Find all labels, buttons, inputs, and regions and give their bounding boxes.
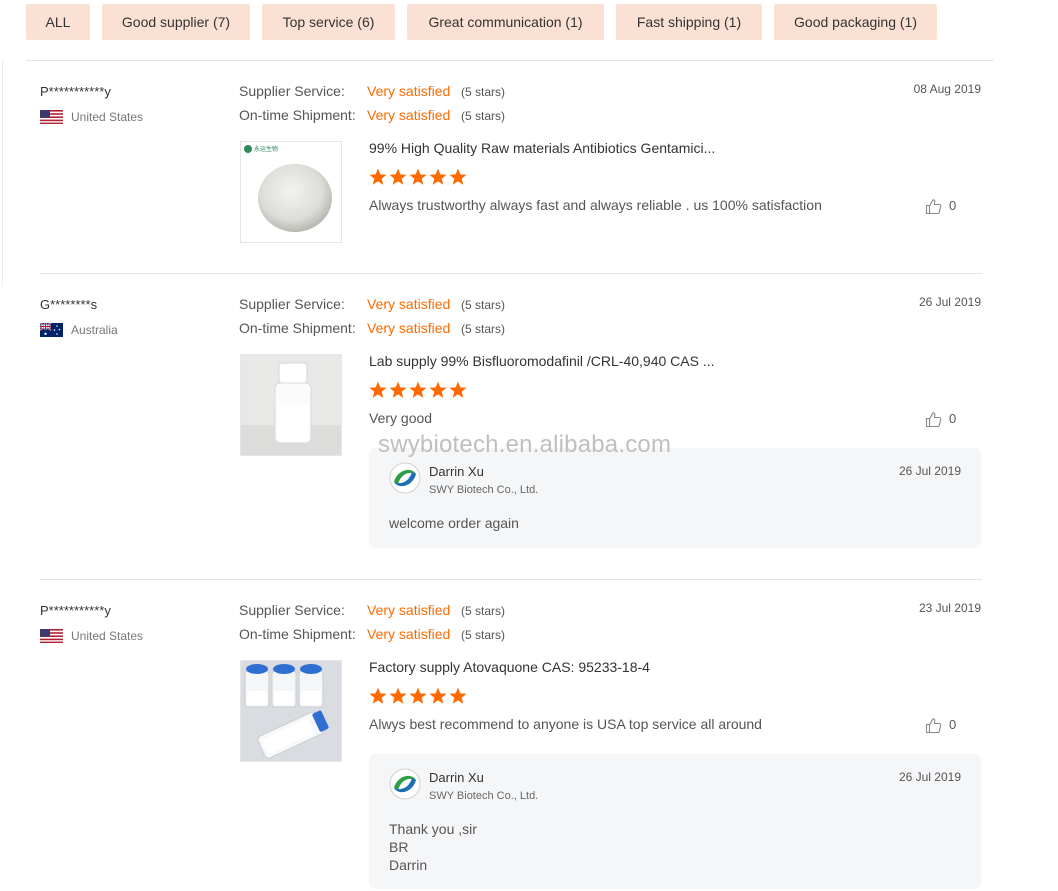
- review-divider: [40, 273, 982, 274]
- buyer-country: United States: [71, 110, 144, 124]
- star-icon: [449, 381, 467, 398]
- supplier-service-value: Very satisfied: [367, 296, 451, 312]
- supplier-service-stars: (5 stars): [461, 604, 506, 618]
- review-date: 23 Jul 2019: [918, 601, 981, 615]
- supplier-service-value: Very satisfied: [367, 602, 451, 618]
- us-flag-icon: [40, 110, 63, 124]
- us-flag-icon: [40, 629, 63, 643]
- filter-good-packaging[interactable]: Good packaging (1): [774, 4, 937, 40]
- supplier-service-stars: (5 stars): [461, 85, 506, 99]
- rating-stars: [369, 381, 467, 398]
- filter-top-service[interactable]: Top service (6): [262, 4, 395, 40]
- reply-text-line: Thank you ,sir: [389, 821, 477, 837]
- review-date: 26 Jul 2019: [918, 295, 981, 309]
- panel-border-left: [2, 60, 3, 286]
- reply-author: Darrin Xu: [429, 464, 484, 479]
- star-icon: [389, 381, 407, 398]
- star-icon: [429, 687, 447, 704]
- white-bottle-image: [241, 355, 341, 455]
- company-logo-icon: [389, 462, 421, 494]
- reply-text: welcome order again: [389, 515, 519, 531]
- rating-stars: [369, 687, 467, 704]
- review-text: Alwys best recommend to anyone is USA to…: [369, 716, 762, 732]
- supplier-service-label: Supplier Service:: [239, 296, 345, 312]
- shipment-label: On-time Shipment:: [239, 320, 356, 336]
- review-divider: [40, 579, 982, 580]
- buyer-country: United States: [71, 629, 144, 643]
- reply-author: Darrin Xu: [429, 770, 484, 785]
- star-icon: [449, 687, 467, 704]
- product-image[interactable]: [240, 660, 342, 762]
- reply-date: 26 Jul 2019: [898, 464, 961, 478]
- thumb-logo-text: 永运生物: [254, 147, 279, 153]
- buyer-name: P***********y: [40, 84, 111, 99]
- shipment-stars: (5 stars): [461, 628, 506, 642]
- like-count: 0: [949, 411, 957, 426]
- product-title-link[interactable]: Lab supply 99% Bisfluoromodafinil /CRL-4…: [369, 353, 715, 369]
- buyer-country: Australia: [71, 323, 118, 337]
- reply-text-line: BR: [389, 839, 409, 855]
- au-flag-icon: [40, 323, 63, 337]
- company-logo-icon: [389, 768, 421, 800]
- review-text: Very good: [369, 410, 433, 426]
- filter-great-communication[interactable]: Great communication (1): [407, 4, 604, 40]
- buyer-name: P***********y: [40, 603, 111, 618]
- review-date: 08 Aug 2019: [913, 82, 981, 96]
- supplier-reply: Darrin Xu SWY Biotech Co., Ltd. 26 Jul 2…: [369, 754, 981, 889]
- like-count: 0: [949, 198, 957, 213]
- filter-divider: [26, 60, 994, 61]
- star-icon: [429, 168, 447, 185]
- supplier-reply: Darrin Xu SWY Biotech Co., Ltd. 26 Jul 2…: [369, 448, 981, 548]
- shipment-stars: (5 stars): [461, 109, 506, 123]
- star-icon: [369, 168, 387, 185]
- supplier-service-label: Supplier Service:: [239, 83, 345, 99]
- thumbs-up-icon[interactable]: [925, 411, 942, 428]
- thumbs-up-icon[interactable]: [925, 198, 942, 215]
- star-icon: [409, 381, 427, 398]
- shipment-label: On-time Shipment:: [239, 107, 356, 123]
- product-image[interactable]: 永运生物: [240, 141, 342, 243]
- shipment-value: Very satisfied: [367, 320, 451, 336]
- star-icon: [389, 168, 407, 185]
- product-title-link[interactable]: 99% High Quality Raw materials Antibioti…: [369, 140, 715, 156]
- rating-stars: [369, 168, 467, 185]
- reply-text-line: Darrin: [389, 857, 428, 873]
- review-text: Always trustworthy always fast and alway…: [369, 197, 822, 213]
- powder-dish-image: [241, 142, 341, 242]
- star-icon: [409, 687, 427, 704]
- product-image[interactable]: [240, 354, 342, 456]
- filter-fast-shipping[interactable]: Fast shipping (1): [616, 4, 762, 40]
- supplier-service-stars: (5 stars): [461, 298, 506, 312]
- shipment-value: Very satisfied: [367, 626, 451, 642]
- star-icon: [449, 168, 467, 185]
- supplier-service-label: Supplier Service:: [239, 602, 345, 618]
- vials-image: [241, 661, 341, 761]
- star-icon: [429, 381, 447, 398]
- reply-company: SWY Biotech Co., Ltd.: [429, 484, 539, 496]
- filter-all[interactable]: ALL: [26, 4, 90, 40]
- reply-date: 26 Jul 2019: [898, 770, 961, 784]
- star-icon: [369, 381, 387, 398]
- star-icon: [369, 687, 387, 704]
- supplier-service-value: Very satisfied: [367, 83, 451, 99]
- buyer-name: G********s: [40, 297, 98, 312]
- shipment-label: On-time Shipment:: [239, 626, 356, 642]
- shipment-stars: (5 stars): [461, 322, 506, 336]
- shipment-value: Very satisfied: [367, 107, 451, 123]
- like-count: 0: [949, 717, 957, 732]
- star-icon: [409, 168, 427, 185]
- reply-company: SWY Biotech Co., Ltd.: [429, 790, 539, 802]
- star-icon: [389, 687, 407, 704]
- watermark: swybiotech.en.alibaba.com: [378, 431, 672, 458]
- thumbs-up-icon[interactable]: [925, 717, 942, 734]
- product-title-link[interactable]: Factory supply Atovaquone CAS: 95233-18-…: [369, 659, 650, 675]
- filter-good-supplier[interactable]: Good supplier (7): [102, 4, 250, 40]
